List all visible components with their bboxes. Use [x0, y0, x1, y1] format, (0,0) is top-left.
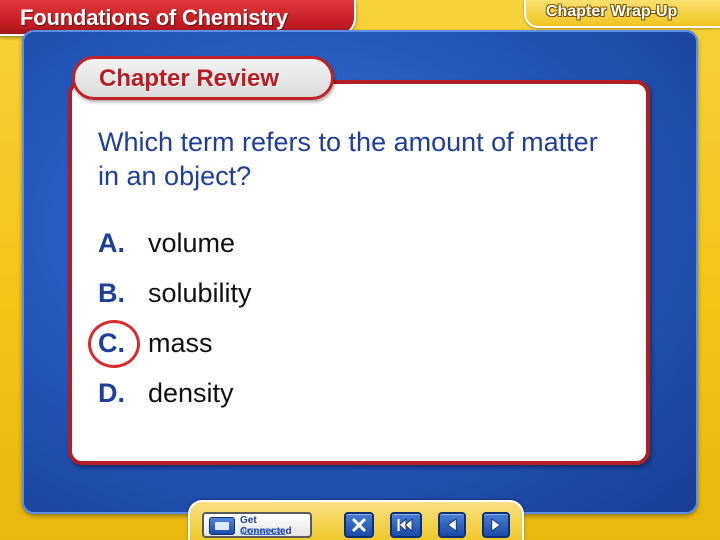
next-button[interactable] — [482, 512, 510, 538]
get-connected-url: glencoe.com — [240, 526, 286, 535]
chapter-title: Foundations of Chemistry — [20, 5, 288, 30]
answer-text: density — [148, 378, 234, 408]
chapter-review-text: Chapter Review — [99, 65, 280, 92]
rewind-icon — [397, 518, 413, 532]
section-tab: Chapter Wrap-Up — [524, 0, 720, 28]
answer-letter: D. — [98, 378, 125, 408]
answer-text: solubility — [148, 278, 252, 308]
computer-icon — [209, 517, 235, 535]
answer-letter: B. — [98, 278, 125, 308]
section-title: Chapter Wrap-Up — [546, 3, 678, 20]
bottom-nav-bar: Get Connected glencoe.com — [188, 500, 524, 540]
answer-text: volume — [148, 228, 236, 258]
answer-letter: A. — [98, 228, 125, 258]
question-text: Which term refers to the amount of matte… — [98, 127, 598, 191]
get-connected-button[interactable]: Get Connected glencoe.com — [202, 512, 312, 538]
chapter-review-label: Chapter Review — [72, 56, 334, 100]
correct-answer-circle — [88, 320, 140, 368]
rewind-button[interactable] — [390, 512, 422, 538]
answer-option-a[interactable]: A. volume — [98, 225, 235, 261]
next-icon — [491, 518, 501, 532]
answer-option-d[interactable]: D. density — [98, 375, 234, 411]
previous-icon — [447, 518, 457, 532]
close-button[interactable] — [344, 512, 374, 538]
answer-text: mass — [148, 328, 213, 358]
answer-option-b[interactable]: B. solubility — [98, 275, 252, 311]
close-icon — [352, 518, 366, 532]
previous-button[interactable] — [438, 512, 466, 538]
